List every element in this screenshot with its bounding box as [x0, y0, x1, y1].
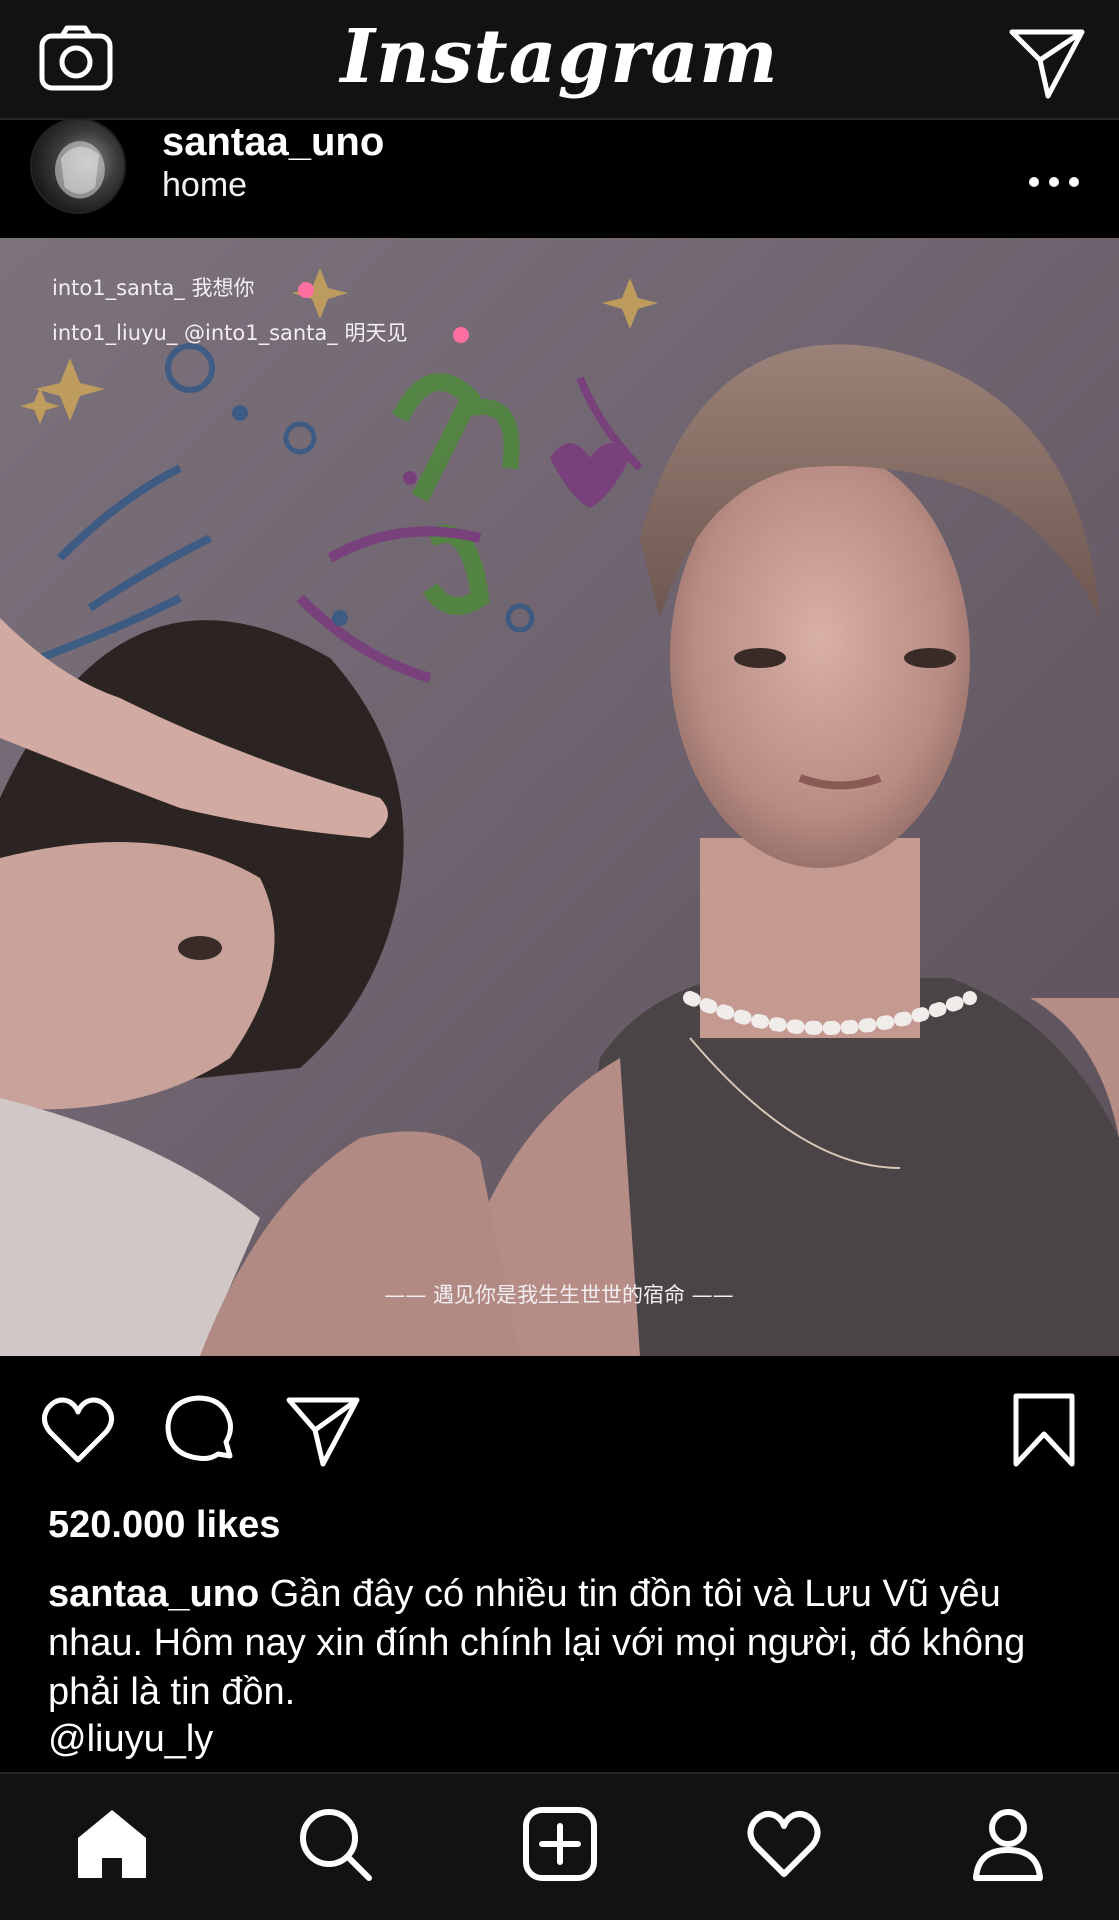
avatar[interactable] [30, 118, 126, 214]
caption-mention[interactable]: @liuyu_ly [48, 1718, 213, 1761]
like-heart-icon[interactable] [38, 1390, 118, 1470]
overlay-comment-1: into1_santa_ 我想你 [52, 276, 254, 301]
home-icon[interactable] [72, 1804, 152, 1884]
post-actions [0, 1356, 1119, 1506]
comment-icon[interactable] [160, 1390, 240, 1470]
profile-icon[interactable] [968, 1804, 1048, 1884]
post-username[interactable]: santaa_uno [162, 120, 384, 165]
search-icon[interactable] [295, 1804, 375, 1884]
post-location[interactable]: home [162, 166, 247, 205]
top-bar: Instagram [0, 0, 1119, 120]
likes-count[interactable]: 520.000 likes [48, 1504, 280, 1547]
bottom-navigation [0, 1772, 1119, 1920]
post-caption: santaa_uno Gần đây có nhiều tin đồn tôi … [48, 1570, 1088, 1717]
post-image[interactable]: into1_santa_ 我想你 into1_liuyu_ @into1_san… [0, 238, 1119, 1356]
new-post-icon[interactable] [520, 1804, 600, 1884]
share-icon[interactable] [283, 1390, 363, 1470]
caption-username[interactable]: santaa_uno [48, 1573, 259, 1615]
save-bookmark-icon[interactable] [1004, 1390, 1084, 1470]
more-options-icon[interactable] [1026, 146, 1082, 202]
direct-message-icon[interactable] [1004, 18, 1088, 102]
image-subtitle: —— 遇见你是我生生世世的宿命 —— [384, 1283, 733, 1307]
post-header: santaa_uno home [0, 118, 1119, 238]
activity-icon[interactable] [744, 1804, 824, 1884]
overlay-comment-2: into1_liuyu_ @into1_santa_ 明天见 [52, 321, 407, 346]
app-logo: Instagram [340, 14, 779, 100]
